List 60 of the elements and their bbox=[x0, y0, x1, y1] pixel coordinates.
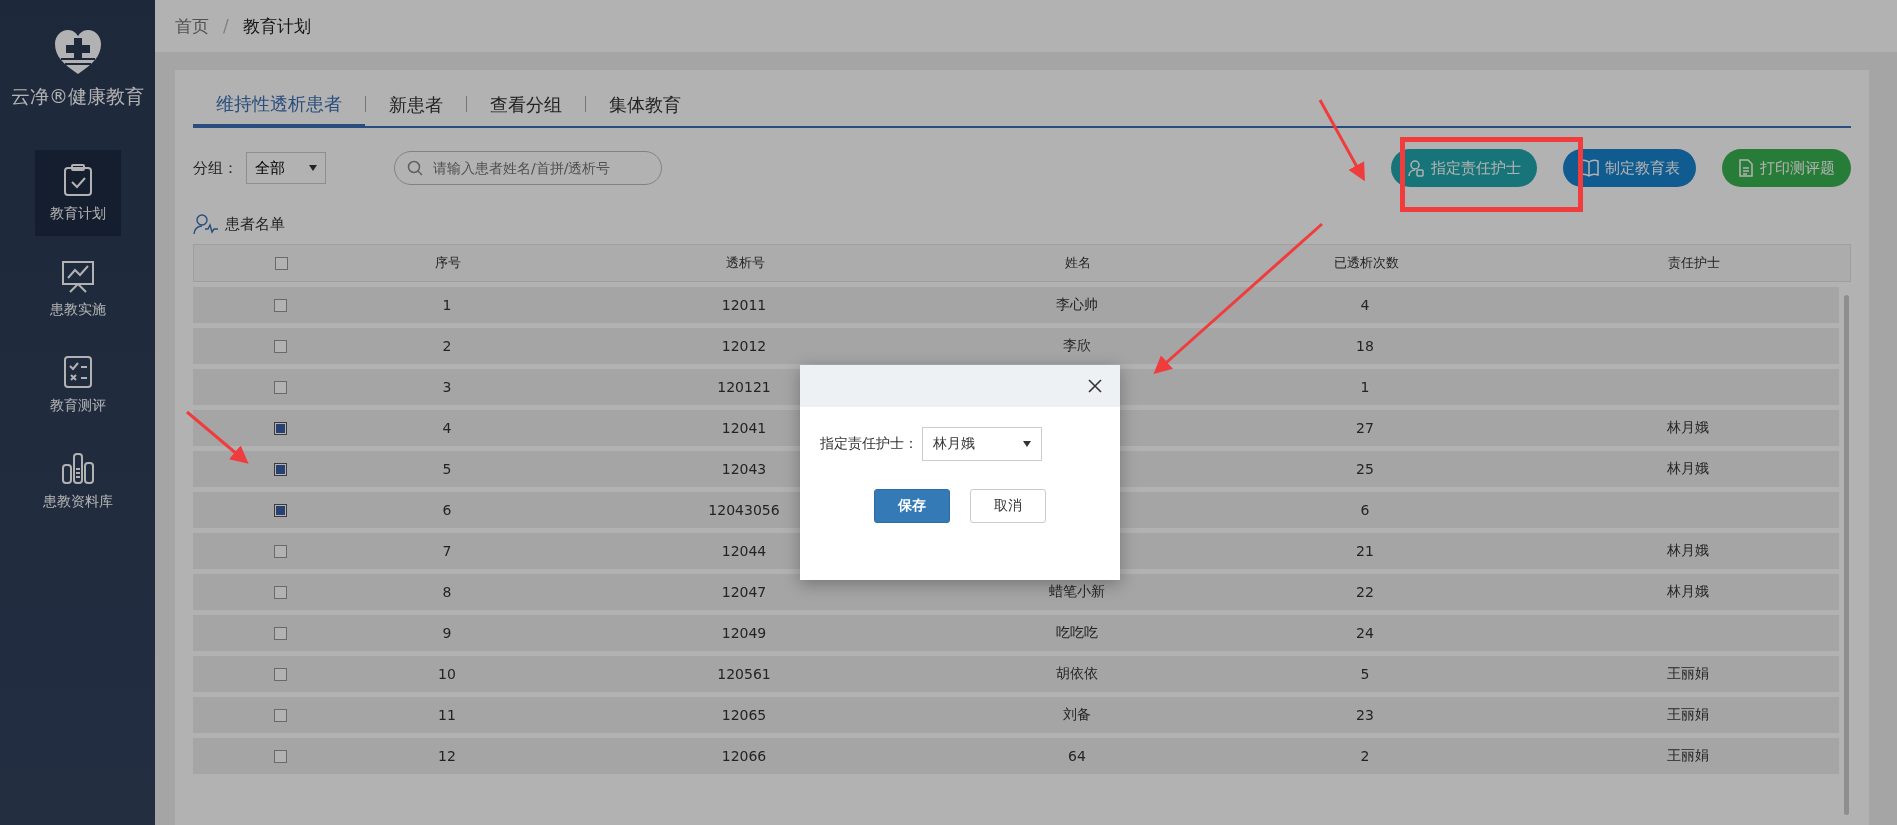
column-header: 已透析次数 bbox=[1333, 254, 1399, 272]
column-header: 责任护士 bbox=[1668, 254, 1720, 272]
table-cell: 4 bbox=[1360, 297, 1370, 313]
table-cell: 李心帅 bbox=[1056, 296, 1098, 314]
table-cell: 12 bbox=[438, 748, 456, 764]
table-cell: 1 bbox=[442, 297, 452, 313]
table-cell: 2 bbox=[442, 338, 452, 354]
breadcrumb-separator: / bbox=[223, 16, 229, 36]
table-cell: 12047 bbox=[721, 584, 767, 600]
table-cell: 王丽娟 bbox=[1667, 706, 1709, 724]
table-cell: 1 bbox=[1360, 379, 1370, 395]
brand-name: 云净®健康教育 bbox=[11, 84, 144, 109]
table-cell: 李欣 bbox=[1063, 337, 1091, 355]
table-cell: 64 bbox=[1068, 748, 1086, 764]
table-cell: 刘备 bbox=[1063, 706, 1091, 724]
table-cell: 21 bbox=[1356, 543, 1374, 559]
table-cell: 吃吃吃 bbox=[1056, 624, 1098, 642]
table-cell: 林月娥 bbox=[1667, 419, 1709, 437]
table-cell: 5 bbox=[442, 461, 452, 477]
table-cell: 3 bbox=[442, 379, 452, 395]
table-cell: 8 bbox=[442, 584, 452, 600]
column-header: 姓名 bbox=[1065, 254, 1091, 272]
table-cell: 24 bbox=[1356, 625, 1374, 641]
table-cell: 120121 bbox=[717, 379, 771, 395]
table-cell: 12066 bbox=[721, 748, 767, 764]
table-cell: 22 bbox=[1356, 584, 1374, 600]
table-cell: 林月娥 bbox=[1667, 542, 1709, 560]
table-cell: 12041 bbox=[721, 420, 767, 436]
table-cell: 12044 bbox=[721, 543, 767, 559]
table-cell: 6 bbox=[442, 502, 452, 518]
table-cell: 18 bbox=[1356, 338, 1374, 354]
table-cell: 25 bbox=[1356, 461, 1374, 477]
table-cell: 王丽娟 bbox=[1667, 747, 1709, 765]
group-label: 分组： bbox=[193, 158, 238, 178]
table-cell: 23 bbox=[1356, 707, 1374, 723]
table-cell: 12012 bbox=[721, 338, 767, 354]
table-cell: 6 bbox=[1360, 502, 1370, 518]
table-cell: 10 bbox=[438, 666, 456, 682]
table-cell: 5 bbox=[1360, 666, 1370, 682]
table-cell: 9 bbox=[442, 625, 452, 641]
table-cell: 12043056 bbox=[708, 502, 780, 518]
table-cell: 胡依依 bbox=[1056, 665, 1098, 683]
table-cell: 27 bbox=[1356, 420, 1374, 436]
table-cell: 12011 bbox=[721, 297, 767, 313]
table-cell: 7 bbox=[442, 543, 452, 559]
column-header: 透析号 bbox=[725, 254, 765, 272]
column-header: 序号 bbox=[435, 254, 461, 272]
table-cell: 王丽娟 bbox=[1667, 665, 1709, 683]
table-cell: 林月娥 bbox=[1667, 460, 1709, 478]
field-label: 指定责任护士： bbox=[820, 435, 918, 453]
table-cell: 2 bbox=[1360, 748, 1370, 764]
table-cell: 4 bbox=[442, 420, 452, 436]
list-title: 患者名单 bbox=[225, 214, 285, 234]
table-cell: 林月娥 bbox=[1667, 583, 1709, 601]
table-cell: 120561 bbox=[717, 666, 771, 682]
table-cell: 蜡笔小新 bbox=[1049, 583, 1105, 601]
table-cell: 11 bbox=[438, 707, 456, 723]
table-cell: 12049 bbox=[721, 625, 767, 641]
table-cell: 12043 bbox=[721, 461, 767, 477]
table-cell: 12065 bbox=[721, 707, 767, 723]
